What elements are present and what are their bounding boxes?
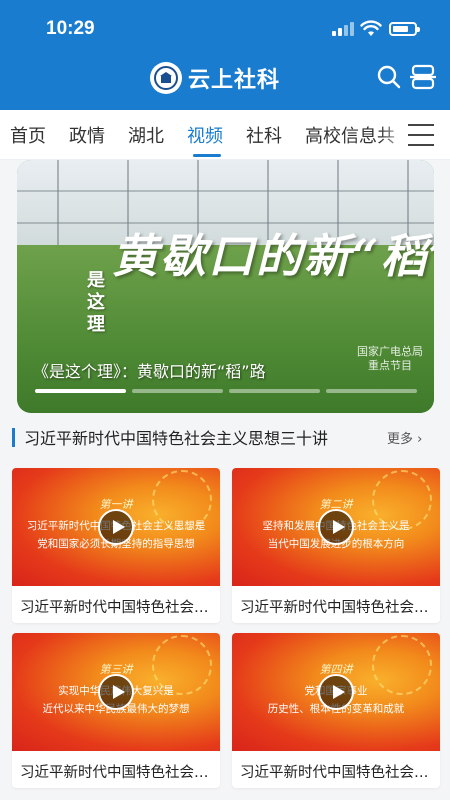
play-icon[interactable]: [98, 674, 134, 710]
video-thumbnail: 第四讲 党和国家事业 历史性、根本性的变革和成就: [232, 633, 440, 751]
carousel-dot[interactable]: [132, 389, 223, 393]
video-card[interactable]: 第一讲 习近平新时代中国特色社会主义思想是 党和国家必须长期坚持的指导思想 习近…: [12, 468, 220, 623]
carousel-dot[interactable]: [229, 389, 320, 393]
logo-icon: [150, 62, 182, 94]
app-title: 云上社科: [188, 68, 281, 93]
video-title: 习近平新时代中国特色社会主义思想...: [20, 600, 214, 616]
tab-social-science[interactable]: 社科: [246, 122, 282, 148]
hamburger-menu-icon[interactable]: [408, 124, 434, 146]
active-tab-indicator: [193, 154, 221, 157]
video-thumbnail: 第二讲 坚持和发展中国特色社会主义是 当代中国发展进步的根本方向: [232, 468, 440, 586]
section-accent-bar: [12, 428, 15, 447]
video-card[interactable]: 第二讲 坚持和发展中国特色社会主义是 当代中国发展进步的根本方向 习近平新时代中…: [232, 468, 440, 623]
banner-seal: 是 这 理: [87, 270, 105, 335]
banner-watermark: 国家广电总局 重点节目: [357, 345, 423, 372]
chevron-right-icon: ›: [417, 432, 423, 447]
search-icon[interactable]: [376, 64, 402, 90]
channel-tabs: 首页 政情 湖北 视频 社科 高校信息共: [0, 110, 450, 160]
battery-level: [393, 26, 408, 32]
play-icon[interactable]: [318, 674, 354, 710]
video-card[interactable]: 第四讲 党和国家事业 历史性、根本性的变革和成就 习近平新时代中国特色社会主义思…: [232, 633, 440, 788]
tab-video[interactable]: 视频: [187, 122, 223, 148]
app-title-group: 云上社科: [150, 60, 280, 96]
carousel-dot[interactable]: [35, 389, 126, 393]
tab-politics[interactable]: 政情: [69, 122, 105, 148]
app-header: 10:29 云上社科: [0, 0, 450, 110]
tab-hubei[interactable]: 湖北: [128, 122, 164, 148]
tabs-fade: [380, 110, 410, 159]
banner-headline: 黄歇口的新“稻”路: [112, 229, 434, 283]
cellular-signal-icon: [332, 22, 354, 36]
featured-banner[interactable]: 黄歇口的新“稻”路 是 这 理 《是这个理》：黄歇口的新“稻”路 国家广电总局 …: [17, 160, 434, 413]
video-title: 习近平新时代中国特色社会主义思想...: [20, 765, 214, 781]
video-thumbnail: 第三讲 实现中华民族伟大复兴是 近代以来中华民族最伟大的梦想: [12, 633, 220, 751]
status-bar: 10:29: [0, 0, 450, 58]
video-title: 习近平新时代中国特色社会主义思想...: [240, 765, 434, 781]
banner-caption: 《是这个理》：黄歇口的新“稻”路: [33, 362, 266, 381]
battery-icon: [389, 22, 420, 36]
section-header: 习近平新时代中国特色社会主义思想三十讲 更多 ›: [12, 425, 438, 451]
carousel-indicators: [35, 389, 417, 393]
play-icon[interactable]: [98, 509, 134, 545]
scan-icon[interactable]: [410, 64, 436, 90]
wifi-icon: [360, 20, 382, 36]
status-time: 10:29: [46, 18, 95, 39]
play-icon[interactable]: [318, 509, 354, 545]
video-title: 习近平新时代中国特色社会主义思想...: [240, 600, 434, 616]
video-card[interactable]: 第三讲 实现中华民族伟大复兴是 近代以来中华民族最伟大的梦想 习近平新时代中国特…: [12, 633, 220, 788]
video-thumbnail: 第一讲 习近平新时代中国特色社会主义思想是 党和国家必须长期坚持的指导思想: [12, 468, 220, 586]
section-title: 习近平新时代中国特色社会主义思想三十讲: [24, 429, 329, 448]
carousel-dot[interactable]: [326, 389, 417, 393]
tab-home[interactable]: 首页: [10, 122, 46, 148]
more-link[interactable]: 更多 ›: [387, 428, 422, 447]
